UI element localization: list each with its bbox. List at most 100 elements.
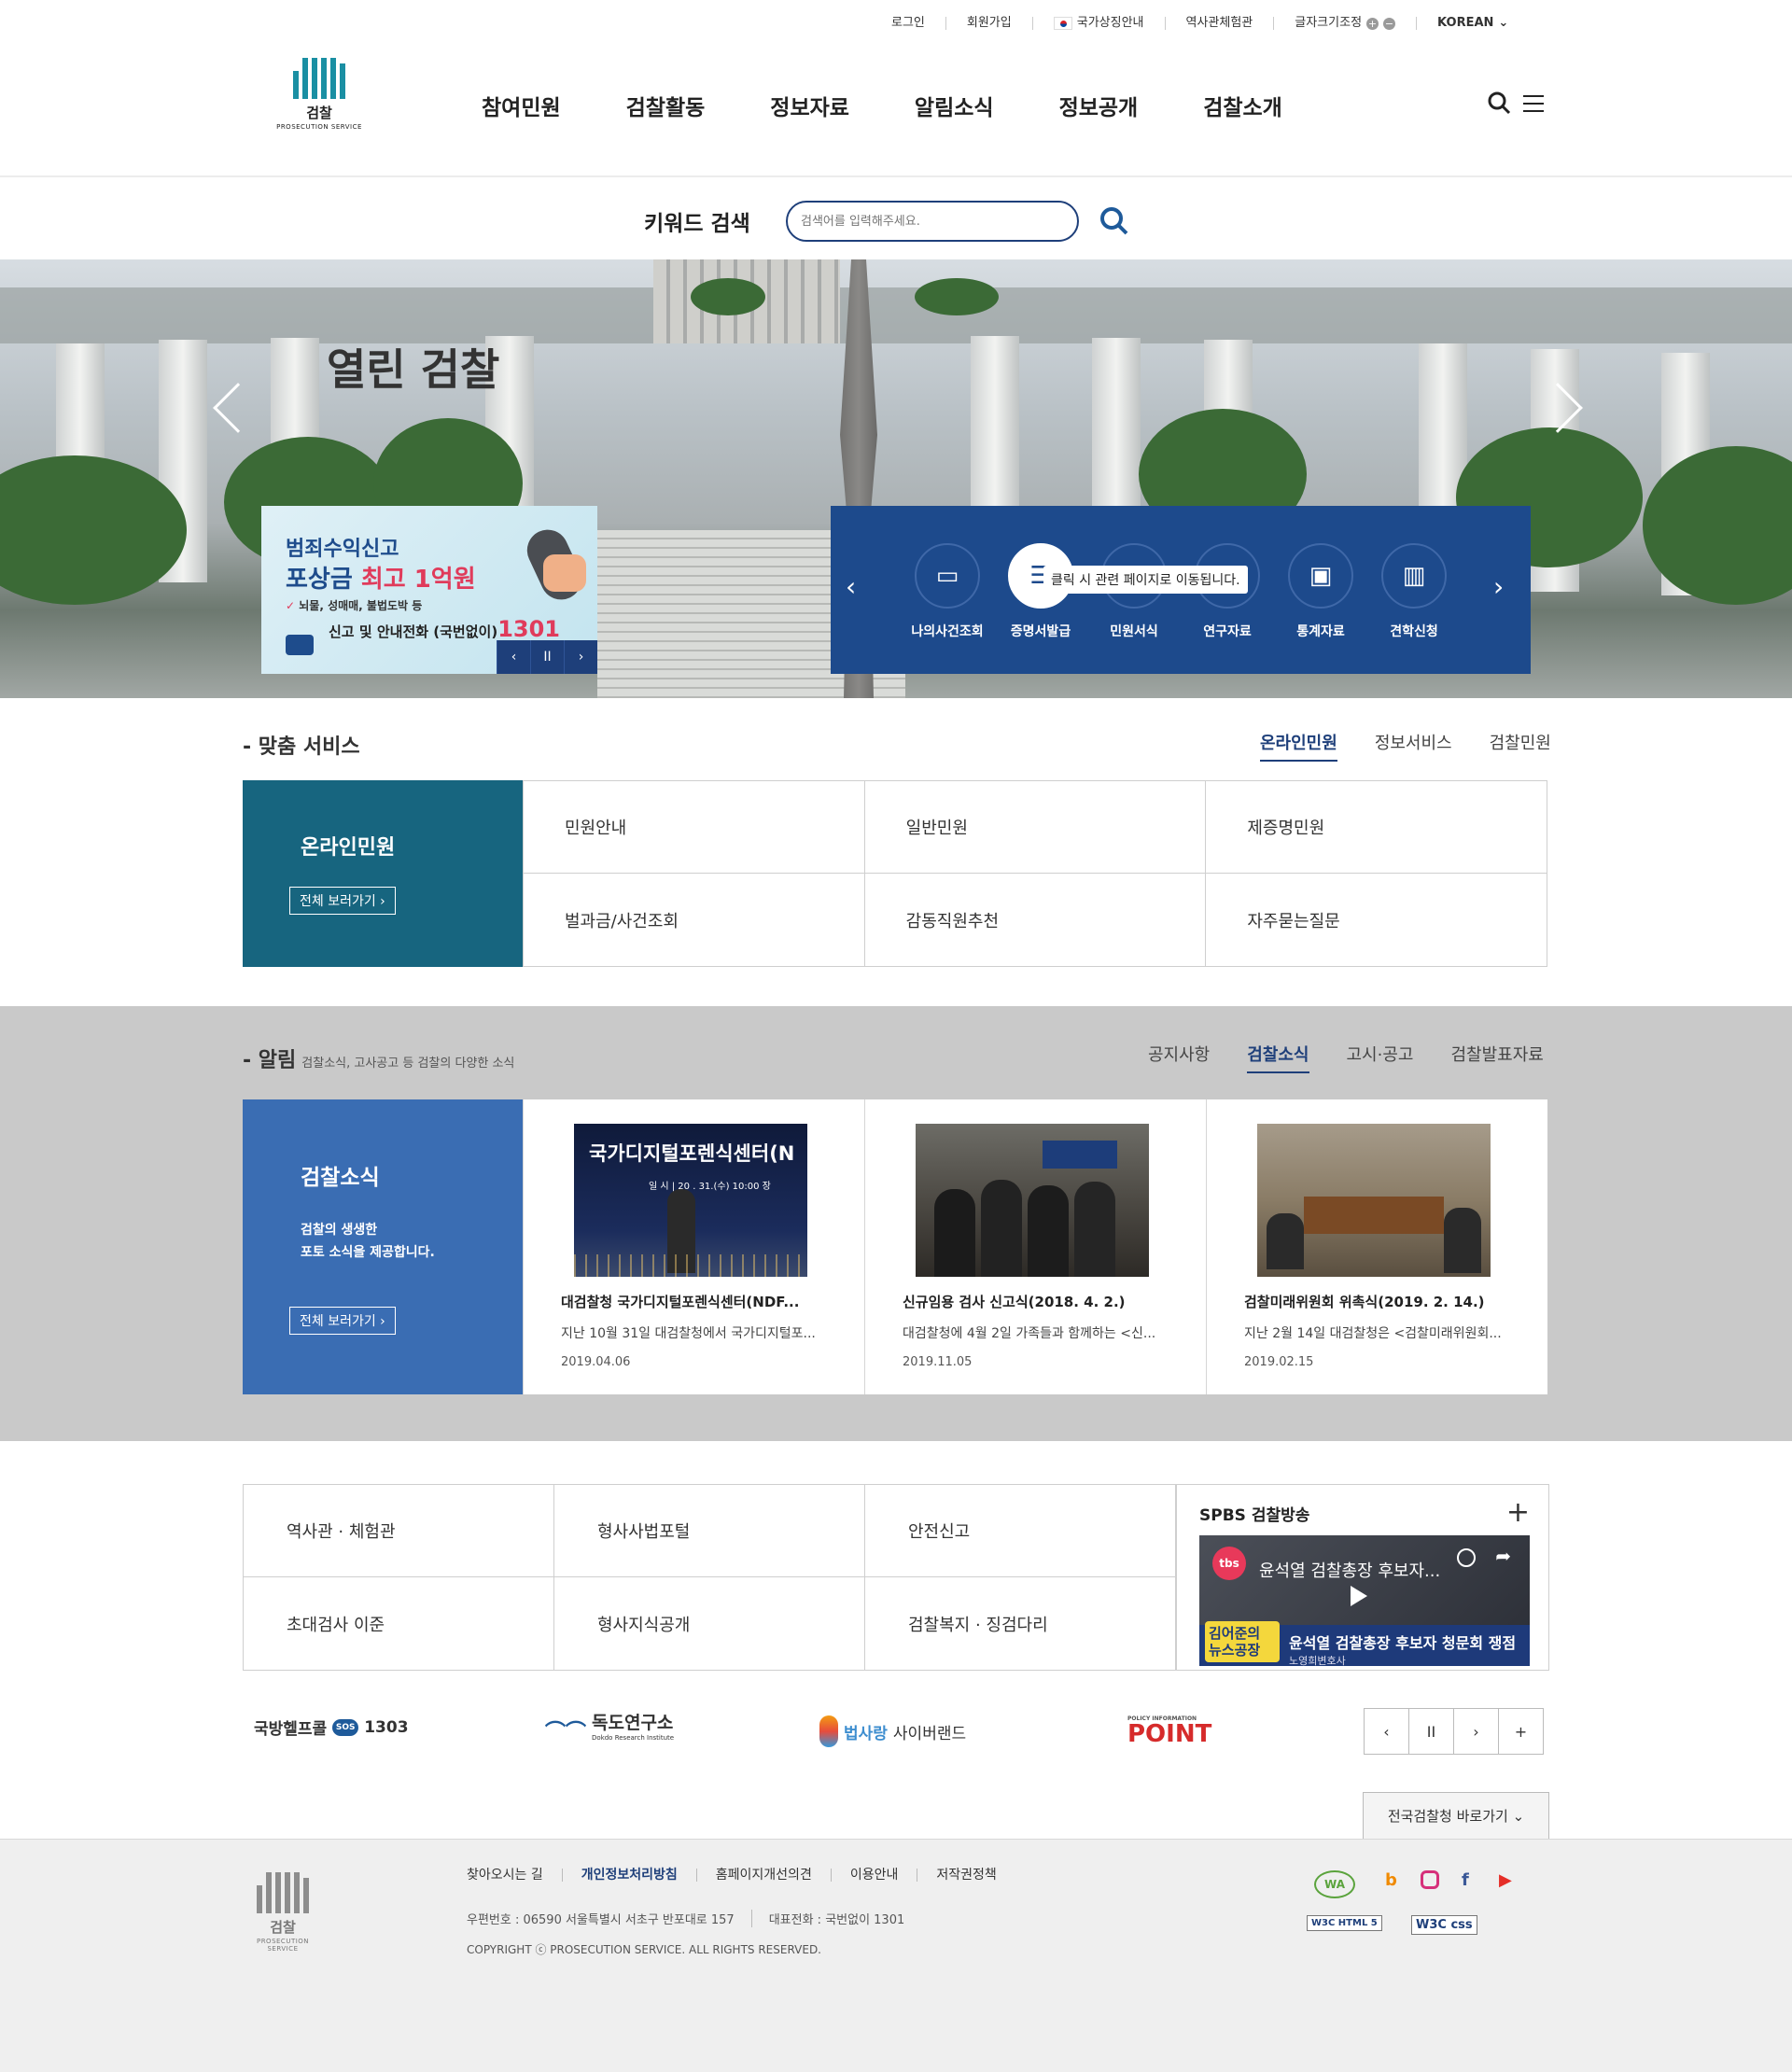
tab-press-releases[interactable]: 검찰발표자료 [1450, 1042, 1543, 1073]
national-offices-select[interactable]: 전국검찰청 바로가기 ⌄ [1363, 1792, 1549, 1839]
nav-news[interactable]: 알림소식 [915, 90, 994, 121]
partner-prev-button[interactable]: ‹ [1364, 1708, 1409, 1755]
partner-more-button[interactable]: + [1498, 1708, 1544, 1755]
font-plus-button[interactable]: + [1366, 17, 1379, 30]
footer-postal-address: 우편번호 : 06590 서울특별시 서초구 반포대로 157 [467, 1913, 735, 1927]
footer-logo-en: PROSECUTION SERVICE [256, 1938, 310, 1953]
font-minus-button[interactable]: − [1383, 17, 1396, 30]
news-panel-title: 검찰소식 [301, 1166, 380, 1190]
service-staff-recommend[interactable]: 감동직원추천 [863, 874, 1206, 966]
link-welfare[interactable]: 검찰복지 · 징검다리 [865, 1577, 1176, 1670]
footer-address: 우편번호 : 06590 서울특별시 서초구 반포대로 157 대표전화 : 국… [467, 1910, 921, 1927]
nav-about[interactable]: 검찰소개 [1203, 90, 1282, 121]
service-civil-guide[interactable]: 민원안내 [523, 781, 864, 874]
nav-info[interactable]: 정보자료 [770, 90, 849, 121]
hero-prev-arrow[interactable] [213, 383, 263, 433]
news-card[interactable]: 국가디지털포렌식센터(N 일 시 | 20 . 31.(수) 10:00 장 대… [523, 1099, 864, 1394]
blog-icon[interactable]: b [1385, 1870, 1397, 1890]
news-card[interactable]: 검찰미래위원회 위촉식(2019. 2. 14.) 지난 2월 14일 대검찰청… [1206, 1099, 1547, 1394]
footer-links: 찾아오시는 길 개인정보처리방침 홈페이지개선의견 이용안내 저작권정책 [467, 1869, 1015, 1882]
link-criminal-justice-portal[interactable]: 형사사법포털 [554, 1485, 865, 1577]
promo-banner[interactable]: 범죄수익신고 포상금 최고 1억원 ✓ 뇌물, 성매매, 불법도박 등 신고 및… [261, 506, 597, 674]
utility-bar: 로그인 회원가입 국가상징안내 역사관체험관 글자크기조정 + − KOREAN… [891, 11, 1529, 35]
news-image: 국가디지털포렌식센터(N 일 시 | 20 . 31.(수) 10:00 장 [574, 1124, 807, 1277]
building-icon: ▥ [1381, 543, 1447, 609]
search-icon[interactable] [1488, 91, 1512, 119]
check-icon: ✓ [286, 599, 296, 612]
clock-icon [1457, 1548, 1476, 1567]
partner-cyberland[interactable]: 법사랑 사이버랜드 [819, 1715, 966, 1747]
service-faq[interactable]: 자주묻는질문 [1205, 874, 1547, 966]
notice-subtitle: 검찰소식, 고사공고 등 검찰의 다양한 소식 [301, 1057, 515, 1071]
promo-pause-button[interactable]: II [530, 640, 564, 674]
link-criminal-knowledge[interactable]: 형사지식공개 [554, 1577, 865, 1670]
news-desc: 지난 2월 14일 대검찰청은 <검찰미래위원회... [1244, 1326, 1502, 1341]
promo-line3: ✓ 뇌물, 성매매, 불법도박 등 [286, 599, 423, 612]
font-size-label: 글자크기조정 [1295, 16, 1363, 30]
partner-pause-button[interactable]: II [1408, 1708, 1454, 1755]
news-image [916, 1124, 1149, 1277]
keyword-search-input[interactable] [786, 201, 1079, 242]
footer-link-usage[interactable]: 이용안내 [830, 1869, 917, 1882]
nav-participation[interactable]: 참여민원 [482, 90, 561, 121]
tooltip: 클릭 시 관련 페이지로 이동됩니다. [1043, 566, 1248, 594]
news-panel-desc: 검찰의 생생한 포토 소식을 제공합니다. [301, 1223, 435, 1260]
partner-point-label: POINT [1127, 1720, 1212, 1748]
promo-line2: 포상금 최고 1억원 [286, 566, 476, 594]
national-symbol-link[interactable]: 국가상징안내 [1031, 17, 1165, 30]
partner-dokdo[interactable]: ⌒⌒ 독도연구소 Dokdo Research Institute [545, 1715, 674, 1745]
quick-prev-arrow[interactable]: ‹ [846, 571, 856, 602]
view-all-news-button[interactable]: 전체 보러가기 › [289, 1307, 396, 1335]
partner-dokdo-en: Dokdo Research Institute [592, 1734, 675, 1742]
quick-statistics[interactable]: ▣ 통계자료 [1279, 543, 1363, 640]
site-logo[interactable]: 검찰 PROSECUTION SERVICE [273, 58, 366, 140]
keyword-search-button[interactable] [1099, 206, 1129, 240]
news-title: 신규임용 검사 신고식(2018. 4. 2.) [903, 1294, 1126, 1310]
login-link[interactable]: 로그인 [891, 17, 945, 30]
history-hall-link[interactable]: 역사관체험관 [1164, 17, 1274, 30]
service-general-civil[interactable]: 일반민원 [863, 781, 1206, 874]
service-certificate-civil[interactable]: 제증명민원 [1205, 781, 1547, 874]
facebook-icon[interactable]: f [1462, 1870, 1469, 1890]
tab-notices[interactable]: 공지사항 [1148, 1042, 1210, 1073]
news-date: 2019.11.05 [903, 1355, 973, 1369]
promo-prev-button[interactable]: ‹ [497, 640, 530, 674]
link-safety-report[interactable]: 안전신고 [865, 1485, 1176, 1577]
partner-next-button[interactable]: › [1453, 1708, 1499, 1755]
join-link[interactable]: 회원가입 [945, 17, 1032, 30]
promo-next-button[interactable]: › [564, 640, 597, 674]
partner-controls: ‹ II › + [1364, 1708, 1544, 1755]
tab-info-service[interactable]: 정보서비스 [1375, 730, 1452, 762]
quick-next-arrow[interactable]: › [1493, 571, 1504, 602]
news-panel: 검찰소식 검찰의 생생한 포토 소식을 제공합니다. 전체 보러가기 › [243, 1099, 523, 1394]
play-icon[interactable] [1351, 1586, 1367, 1606]
language-select[interactable]: KOREAN ⌄ [1416, 17, 1529, 30]
view-all-button[interactable]: 전체 보러가기 › [289, 887, 396, 915]
footer-link-feedback[interactable]: 홈페이지개선의견 [695, 1869, 831, 1882]
hand-illustration [543, 554, 586, 592]
quick-my-case[interactable]: ▭ 나의사건조회 [905, 543, 989, 640]
more-plus-button[interactable]: + [1506, 1496, 1530, 1529]
news-card[interactable]: 신규임용 검사 신고식(2018. 4. 2.) 대검찰청에 4월 2일 가족들… [864, 1099, 1206, 1394]
video-player[interactable]: tbs 윤석열 검찰총장 후보자... ➦ 윤석열 검찰총장 후보자 청문회 쟁… [1199, 1535, 1530, 1666]
link-history-hall[interactable]: 역사관 · 체험관 [244, 1485, 554, 1577]
tab-announcements[interactable]: 고시·공고 [1347, 1042, 1414, 1073]
footer-link-copyright[interactable]: 저작권정책 [917, 1869, 1015, 1882]
nav-disclosure[interactable]: 정보공개 [1059, 90, 1139, 121]
quick-tour[interactable]: ▥ 견학신청 [1372, 543, 1456, 640]
partner-help-call[interactable]: 국방헬프콜 SOS 1303 [254, 1715, 409, 1740]
news-title: 대검찰청 국가디지털포렌식센터(NDF... [561, 1294, 800, 1310]
tab-online-civil[interactable]: 온라인민원 [1260, 730, 1337, 762]
tab-prosecution-news[interactable]: 검찰소식 [1247, 1042, 1309, 1073]
youtube-icon[interactable]: ▶ [1499, 1870, 1512, 1890]
nav-activity[interactable]: 검찰활동 [626, 90, 706, 121]
tab-prosecution-civil[interactable]: 검찰민원 [1490, 730, 1551, 762]
news-desc: 지난 10월 31일 대검찰청에서 국가디지털포... [561, 1326, 816, 1341]
partner-policy-point[interactable]: POLICY INFORMATION POINT [1127, 1715, 1211, 1746]
footer-link-privacy[interactable]: 개인정보처리방침 [561, 1869, 696, 1882]
link-first-prosecutor[interactable]: 초대검사 이준 [244, 1577, 554, 1670]
service-fine-case-lookup[interactable]: 벌과금/사건조회 [523, 874, 864, 966]
instagram-icon[interactable] [1421, 1870, 1439, 1889]
menu-icon[interactable] [1523, 95, 1544, 112]
footer-link-directions[interactable]: 찾아오시는 길 [467, 1869, 562, 1882]
